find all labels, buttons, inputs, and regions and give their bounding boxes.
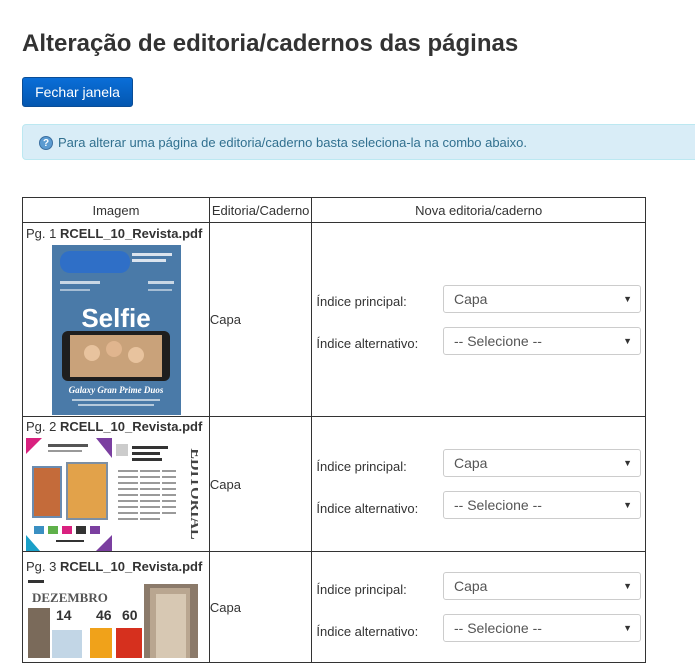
page-filename: RCELL_10_Revista.pdf [59,226,203,241]
page-1-thumbnail[interactable]: Selfie Galaxy Gran Prime Duos [52,245,181,415]
table-row: Pg. 1 RCELL_10_Revista.pdf Selfie Galaxy… [22,222,646,417]
svg-text:60: 60 [122,607,138,623]
alternative-index-label: Índice alternativo: [316,623,419,639]
page-filename: RCELL_10_Revista.pdf [59,419,203,434]
primary-index-label: Índice principal: [316,458,407,474]
alternative-index-select[interactable]: -- Selecione -- ▼ [443,614,641,642]
primary-index-row: Índice principal: Capa ▼ [312,284,645,314]
table-row: Pg. 3 RCELL_10_Revista.pdf DEZEMBRO 14 4… [22,551,646,663]
new-category-cell: Índice principal: Capa ▼ Índice alternat… [311,551,646,663]
alternative-index-label: Índice alternativo: [316,500,419,516]
page-caption: Pg. 3 RCELL_10_Revista.pdf [26,558,203,574]
thumb-month-text: DEZEMBRO [32,590,108,605]
current-category: Capa [208,551,313,663]
thumb-editorial-text: EDITORIAL [187,448,198,539]
primary-index-label: Índice principal: [316,581,407,597]
chevron-down-icon: ▼ [623,581,632,591]
chevron-down-icon: ▼ [623,500,632,510]
page-image-cell: Pg. 1 RCELL_10_Revista.pdf Selfie Galaxy… [22,222,210,417]
page-caption: Pg. 2 RCELL_10_Revista.pdf [26,419,203,434]
page-2-thumbnail[interactable]: EDITORIAL [26,438,198,551]
current-category: Capa [208,222,313,417]
new-category-cell: Índice principal: Capa ▼ Índice alternat… [311,222,646,417]
info-text: Para alterar uma página de editoria/cade… [58,134,528,150]
primary-index-select[interactable]: Capa ▼ [443,449,641,477]
header-image: Imagem [22,197,210,223]
primary-index-row: Índice principal: Capa ▼ [312,571,645,601]
new-category-cell: Índice principal: Capa ▼ Índice alternat… [311,416,646,552]
close-window-button[interactable]: Fechar janela [22,77,133,107]
alternative-index-row: Índice alternativo: -- Selecione -- ▼ [312,613,645,643]
svg-text:46: 46 [96,607,112,623]
header-category: Editoria/Caderno [208,197,313,223]
table-header-row: Imagem Editoria/Caderno Nova editoria/ca… [22,197,646,223]
thumb-caption: Galaxy Gran Prime Duos [69,385,164,395]
page-image-cell: Pg. 2 RCELL_10_Revista.pdf EDITORIAL [22,416,210,552]
page-title: Alteração de editoria/cadernos das págin… [22,30,519,57]
question-circle-icon: ? [39,136,53,150]
table-row: Pg. 2 RCELL_10_Revista.pdf EDITORIAL Cap… [22,416,646,552]
chevron-down-icon: ▼ [623,458,632,468]
alternative-index-label: Índice alternativo: [316,336,419,351]
alternative-index-row: Índice alternativo: -- Selecione -- ▼ [312,326,645,356]
chevron-down-icon: ▼ [623,623,632,633]
info-alert: ? Para alterar uma página de editoria/ca… [22,124,695,160]
alternative-index-row: Índice alternativo: -- Selecione -- ▼ [312,490,645,520]
page-image-cell: Pg. 3 RCELL_10_Revista.pdf DEZEMBRO 14 4… [22,551,210,663]
current-category: Capa [208,416,313,552]
primary-index-label: Índice principal: [316,294,407,309]
page-3-thumbnail[interactable]: DEZEMBRO 14 46 60 [26,577,198,658]
primary-index-row: Índice principal: Capa ▼ [312,448,645,478]
page-caption: Pg. 1 RCELL_10_Revista.pdf [26,226,203,241]
alternative-index-select[interactable]: -- Selecione -- ▼ [443,326,641,355]
header-new-category: Nova editoria/caderno [311,197,646,223]
page-filename: RCELL_10_Revista.pdf [59,558,203,574]
chevron-down-icon: ▼ [623,335,632,346]
primary-index-select[interactable]: Capa ▼ [443,284,641,313]
svg-text:14: 14 [56,607,72,623]
alternative-index-select[interactable]: -- Selecione -- ▼ [443,491,641,519]
chevron-down-icon: ▼ [623,293,632,304]
primary-index-select[interactable]: Capa ▼ [443,572,641,600]
thumb-title: Selfie [81,303,150,333]
pages-table: Imagem Editoria/Caderno Nova editoria/ca… [22,197,646,663]
